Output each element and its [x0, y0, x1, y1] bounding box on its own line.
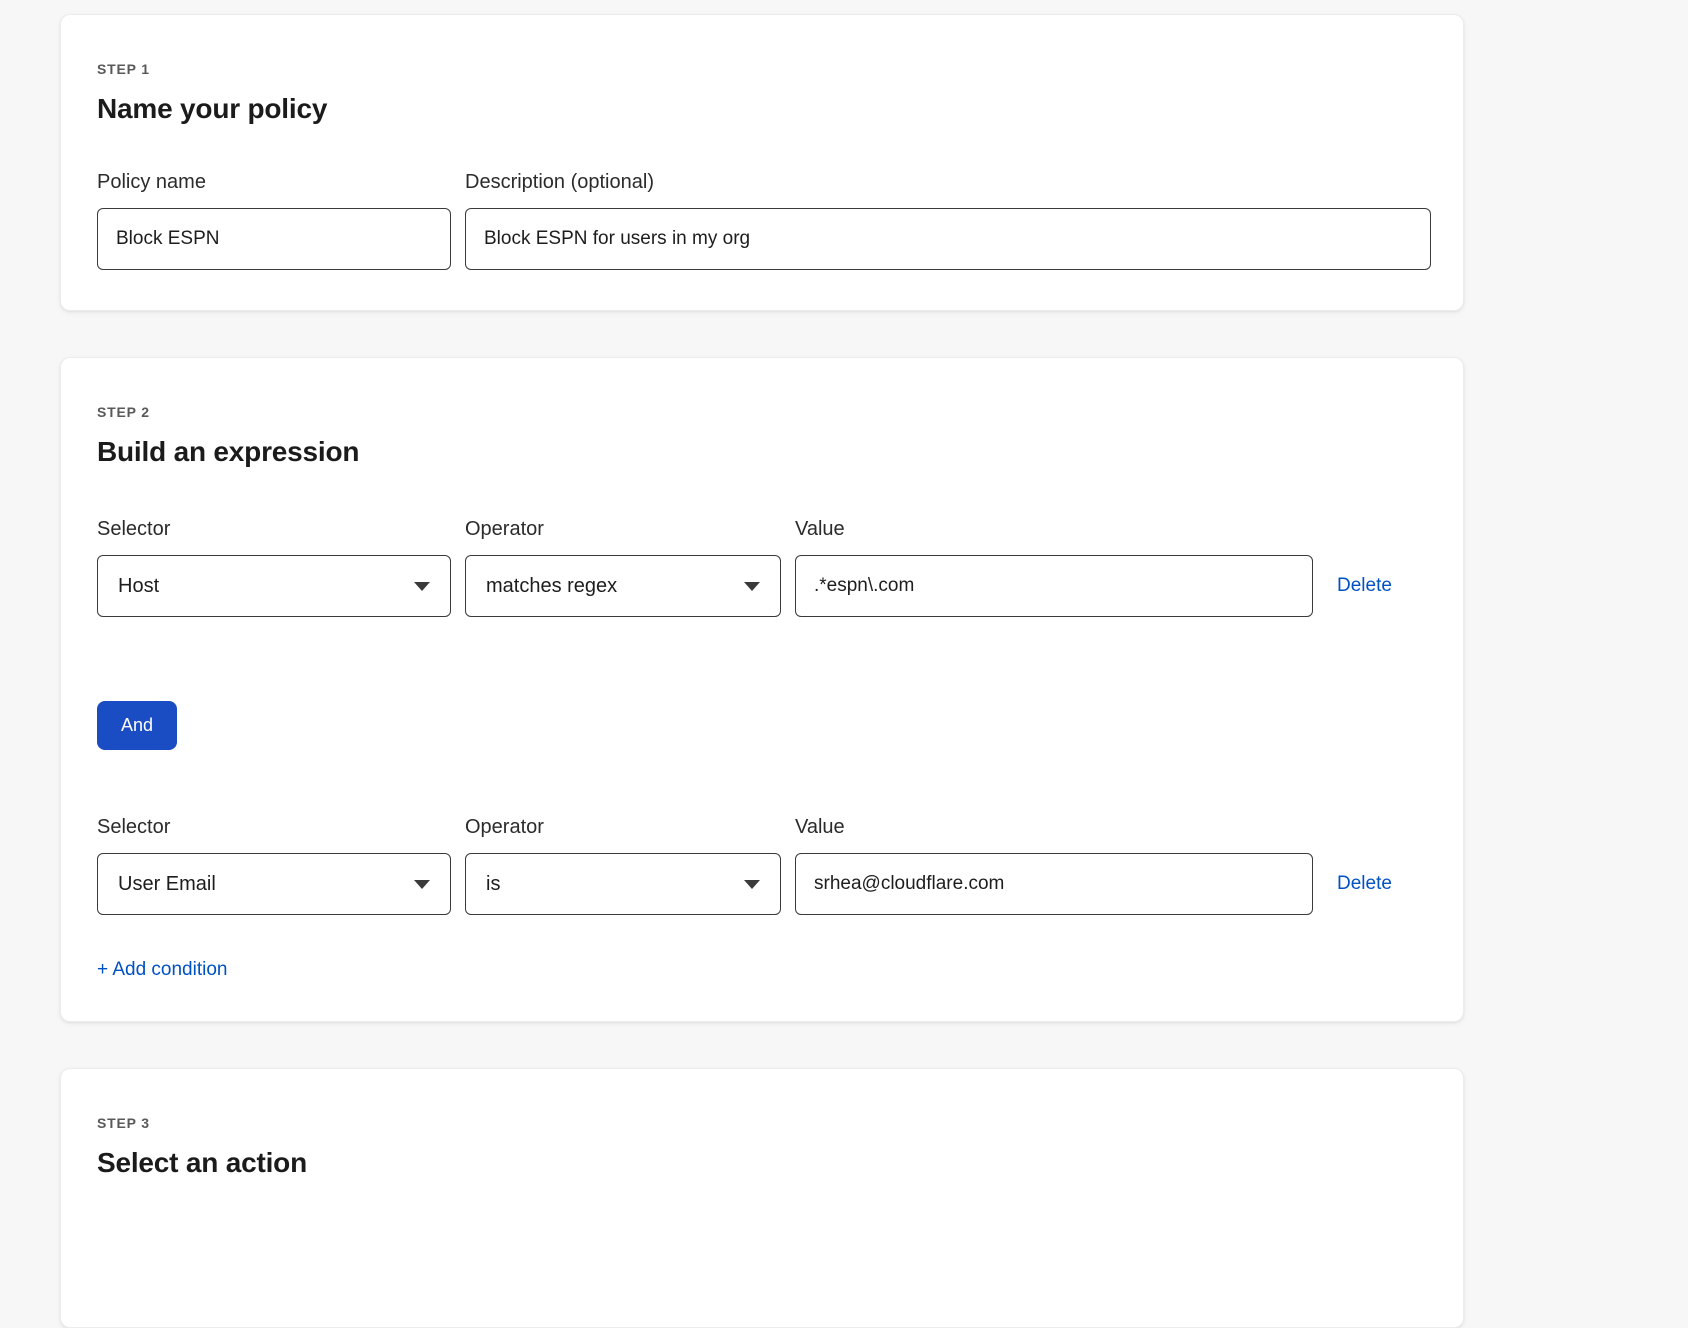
selector-dropdown-1-value: Host — [118, 575, 159, 598]
value-input-1[interactable] — [795, 555, 1313, 617]
step1-card: STEP 1 Name your policy Policy name Desc… — [60, 14, 1464, 311]
chevron-down-icon — [414, 880, 430, 889]
policy-builder-page: STEP 1 Name your policy Policy name Desc… — [0, 0, 1688, 1328]
selector-dropdown-2-value: User Email — [118, 873, 216, 896]
operator-dropdown-2[interactable]: is — [465, 853, 781, 915]
step2-label: STEP 2 — [97, 404, 1427, 420]
value-input-2[interactable] — [795, 853, 1313, 915]
operator-dropdown-1-value: matches regex — [486, 575, 617, 598]
chevron-down-icon — [744, 880, 760, 889]
description-label: Description (optional) — [465, 171, 1431, 194]
condition2-labels-row: Selector Operator Value — [97, 816, 1427, 839]
step3-title: Select an action — [97, 1147, 1427, 1179]
selector-dropdown-2[interactable]: User Email — [97, 853, 451, 915]
value-label: Value — [795, 816, 1313, 839]
policy-name-field: Policy name — [97, 171, 451, 270]
value-label: Value — [795, 518, 1313, 541]
policy-name-input[interactable] — [97, 208, 451, 270]
add-condition-button[interactable]: + Add condition — [97, 959, 227, 981]
step1-fields-row: Policy name Description (optional) — [97, 171, 1427, 270]
description-field: Description (optional) — [465, 171, 1431, 270]
step1-title: Name your policy — [97, 93, 1427, 125]
operator-label: Operator — [465, 816, 781, 839]
policy-name-label: Policy name — [97, 171, 451, 194]
chevron-down-icon — [744, 582, 760, 591]
operator-label: Operator — [465, 518, 781, 541]
operator-dropdown-1[interactable]: matches regex — [465, 555, 781, 617]
step3-label: STEP 3 — [97, 1115, 1427, 1131]
selector-label: Selector — [97, 518, 451, 541]
selector-dropdown-1[interactable]: Host — [97, 555, 451, 617]
selector-label: Selector — [97, 816, 451, 839]
chevron-down-icon — [414, 582, 430, 591]
step2-title: Build an expression — [97, 436, 1427, 468]
and-button[interactable]: And — [97, 701, 177, 750]
delete-condition-1-button[interactable]: Delete — [1337, 575, 1392, 597]
operator-dropdown-2-value: is — [486, 873, 500, 896]
description-input[interactable] — [465, 208, 1431, 270]
condition-row-1: Host matches regex Delete — [97, 555, 1427, 617]
condition1-labels-row: Selector Operator Value — [97, 518, 1427, 541]
step2-card: STEP 2 Build an expression Selector Oper… — [60, 357, 1464, 1022]
condition-row-2: User Email is Delete — [97, 853, 1427, 915]
step3-card: STEP 3 Select an action — [60, 1068, 1464, 1328]
step1-label: STEP 1 — [97, 61, 1427, 77]
delete-condition-2-button[interactable]: Delete — [1337, 873, 1392, 895]
